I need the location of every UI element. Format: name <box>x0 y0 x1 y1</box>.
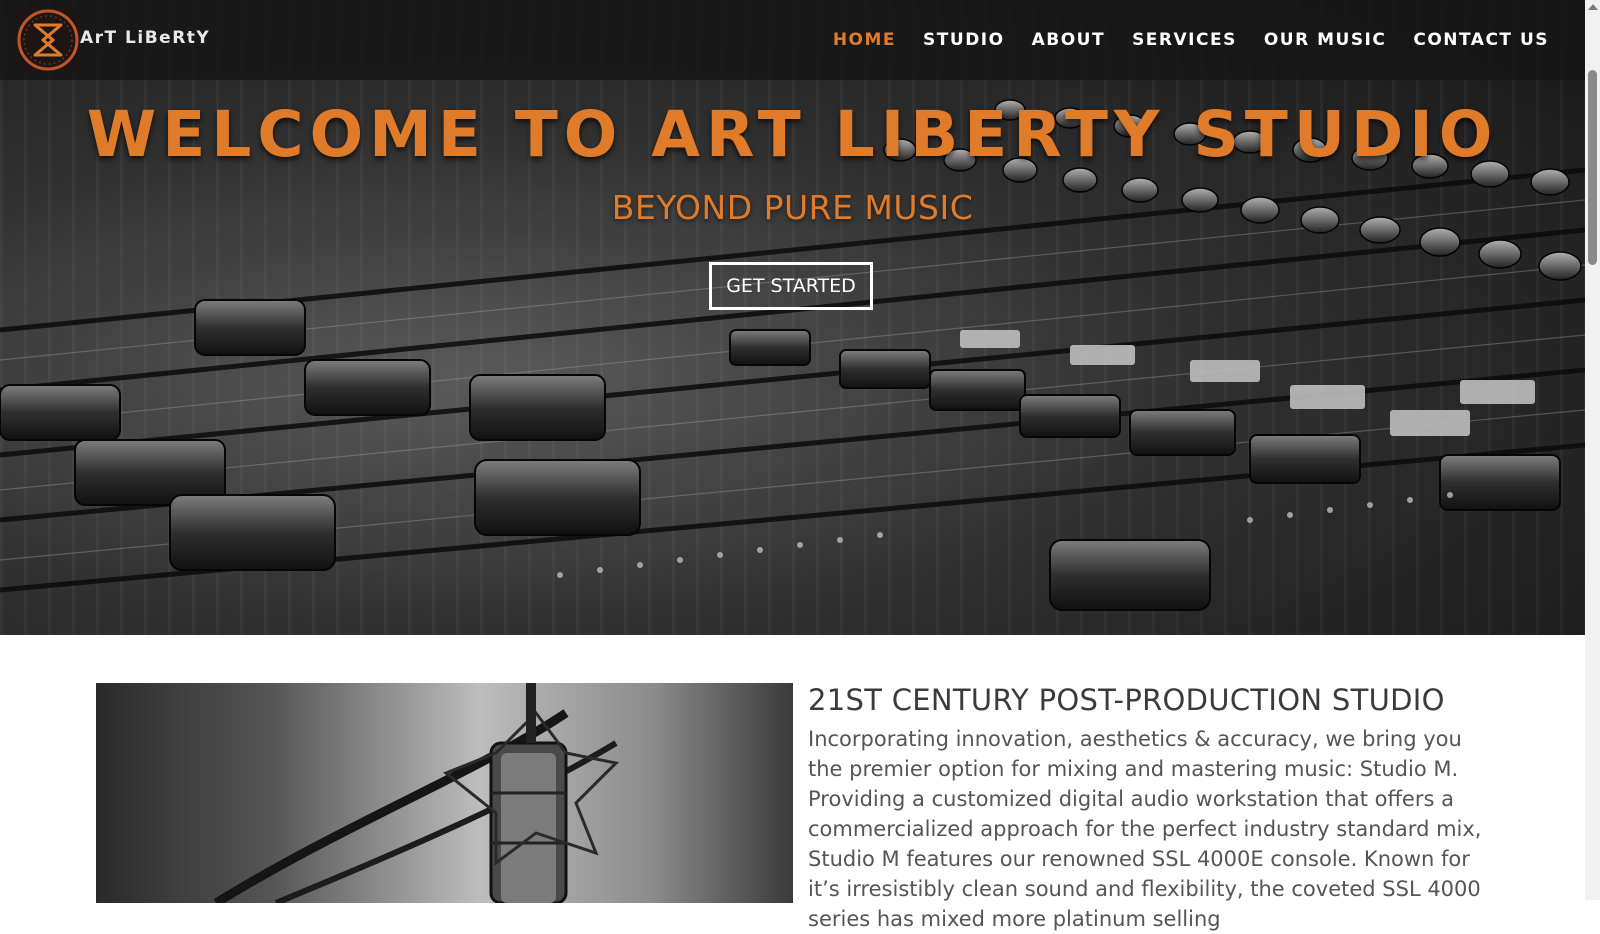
logo[interactable] <box>16 8 80 72</box>
scrollbar-thumb[interactable] <box>1588 70 1597 265</box>
nav-our-music[interactable]: OUR MUSIC <box>1264 30 1387 50</box>
microphone-image <box>213 683 620 903</box>
nav-about[interactable]: ABOUT <box>1032 30 1105 50</box>
nav-contact-us[interactable]: CONTACT US <box>1413 30 1549 50</box>
logo-text[interactable]: ArT LiBeRtY <box>80 28 210 48</box>
hero-section: WELCOME TO ART LIBERTY STUDIO BEYOND PUR… <box>0 0 1585 635</box>
site-header: ArT LiBeRtY HOME STUDIO ABOUT SERVICES O… <box>0 0 1585 80</box>
hourglass-logo-icon <box>17 9 79 71</box>
main-nav: HOME STUDIO ABOUT SERVICES OUR MUSIC CON… <box>833 30 1549 50</box>
get-started-button[interactable]: GET STARTED <box>709 262 873 310</box>
page-scrollbar[interactable] <box>1585 0 1600 900</box>
nav-services[interactable]: SERVICES <box>1132 30 1237 50</box>
hero-overlay <box>0 0 1585 635</box>
microphone-photo <box>96 683 793 903</box>
nav-studio[interactable]: STUDIO <box>923 30 1005 50</box>
hero-title: WELCOME TO ART LIBERTY STUDIO <box>86 98 1499 171</box>
hero-subtitle: BEYOND PURE MUSIC <box>611 188 974 227</box>
scroll-up-arrow-icon[interactable] <box>1588 4 1598 10</box>
section-title: 21ST CENTURY POST-PRODUCTION STUDIO <box>808 683 1445 717</box>
section-body: Incorporating innovation, aesthetics & a… <box>808 727 1482 931</box>
nav-home[interactable]: HOME <box>833 30 896 50</box>
